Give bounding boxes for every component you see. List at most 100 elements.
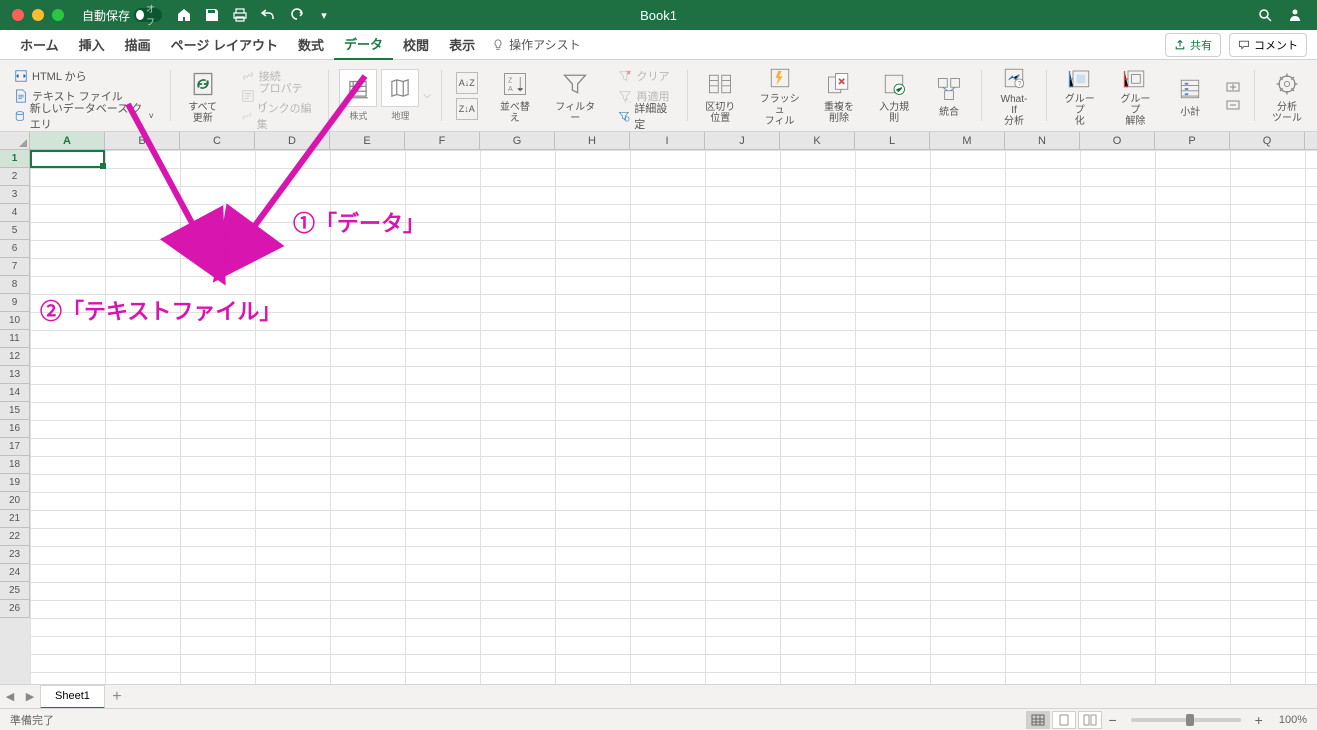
active-cell[interactable]: [30, 150, 105, 168]
column-header[interactable]: M: [930, 132, 1005, 149]
view-page-layout-button[interactable]: [1052, 711, 1076, 729]
zoom-percent[interactable]: 100%: [1279, 714, 1307, 726]
show-detail-icon[interactable]: [1226, 82, 1240, 92]
tab-review[interactable]: 校閲: [393, 30, 439, 60]
column-header[interactable]: C: [180, 132, 255, 149]
row-header[interactable]: 4: [0, 204, 30, 222]
row-header[interactable]: 22: [0, 528, 30, 546]
print-icon[interactable]: [232, 7, 248, 23]
sort-descending-button[interactable]: Z↓A: [456, 98, 478, 120]
column-header[interactable]: P: [1155, 132, 1230, 149]
sheet-tab[interactable]: Sheet1: [40, 685, 105, 709]
hide-detail-icon[interactable]: [1226, 100, 1240, 110]
minimize-window-icon[interactable]: [32, 9, 44, 21]
column-header[interactable]: B: [105, 132, 180, 149]
row-header[interactable]: 21: [0, 510, 30, 528]
tab-data[interactable]: データ: [334, 30, 393, 60]
column-header[interactable]: H: [555, 132, 630, 149]
maximize-window-icon[interactable]: [52, 9, 64, 21]
tab-insert[interactable]: 挿入: [69, 30, 115, 60]
row-header[interactable]: 16: [0, 420, 30, 438]
view-page-break-button[interactable]: [1078, 711, 1102, 729]
spreadsheet-grid[interactable]: 1 2 3 4 5 6 7 8 9 10 11 12 13 14 15 16 1…: [0, 150, 1317, 684]
column-header[interactable]: I: [630, 132, 705, 149]
column-header[interactable]: A: [30, 132, 105, 149]
zoom-slider[interactable]: [1131, 718, 1241, 722]
tab-page-layout[interactable]: ページ レイアウト: [161, 30, 288, 60]
subtotal-button[interactable]: 小計: [1168, 64, 1212, 127]
add-sheet-button[interactable]: +: [105, 688, 129, 706]
tab-view[interactable]: 表示: [439, 30, 485, 60]
save-icon[interactable]: [204, 7, 220, 23]
share-button[interactable]: 共有: [1165, 33, 1221, 57]
what-if-analysis-button[interactable]: ? What-If 分析: [992, 64, 1036, 127]
row-header[interactable]: 19: [0, 474, 30, 492]
advanced-filter-button[interactable]: 詳細設定: [618, 107, 671, 125]
zoom-in-button[interactable]: +: [1249, 712, 1269, 728]
row-header[interactable]: 20: [0, 492, 30, 510]
tab-draw[interactable]: 描画: [115, 30, 161, 60]
row-header[interactable]: 15: [0, 402, 30, 420]
new-database-query-button[interactable]: 新しいデータベース クエリ ˅: [14, 107, 154, 125]
sort-button[interactable]: ZA 並べ替え: [492, 64, 538, 127]
column-header[interactable]: Q: [1230, 132, 1305, 149]
column-header[interactable]: D: [255, 132, 330, 149]
analysis-tools-button[interactable]: 分析 ツール: [1265, 64, 1309, 127]
geography-button[interactable]: [381, 69, 419, 107]
column-header[interactable]: L: [855, 132, 930, 149]
column-header[interactable]: E: [330, 132, 405, 149]
autosave-toggle[interactable]: 自動保存 オフ: [82, 7, 162, 24]
row-header[interactable]: 17: [0, 438, 30, 456]
row-header[interactable]: 11: [0, 330, 30, 348]
home-icon[interactable]: [176, 7, 192, 23]
row-header[interactable]: 18: [0, 456, 30, 474]
sort-ascending-button[interactable]: A↓Z: [456, 72, 478, 94]
row-header[interactable]: 26: [0, 600, 30, 618]
data-validation-button[interactable]: 入力規則: [871, 64, 917, 127]
row-header[interactable]: 1: [0, 150, 30, 168]
sheet-nav-next[interactable]: ▶: [20, 690, 40, 703]
row-header[interactable]: 8: [0, 276, 30, 294]
row-header[interactable]: 12: [0, 348, 30, 366]
feedback-icon[interactable]: [1287, 7, 1303, 23]
refresh-all-button[interactable]: すべて 更新: [181, 64, 225, 127]
stocks-button[interactable]: [339, 69, 377, 107]
zoom-out-button[interactable]: −: [1102, 712, 1122, 728]
column-header[interactable]: F: [405, 132, 480, 149]
row-header[interactable]: 7: [0, 258, 30, 276]
redo-icon[interactable]: [288, 7, 304, 23]
close-window-icon[interactable]: [12, 9, 24, 21]
search-icon[interactable]: [1257, 7, 1273, 23]
consolidate-button[interactable]: 統合: [927, 64, 971, 127]
row-header[interactable]: 3: [0, 186, 30, 204]
ungroup-button[interactable]: グループ 解除: [1113, 64, 1159, 127]
row-header[interactable]: 2: [0, 168, 30, 186]
from-html-button[interactable]: HTML から: [14, 67, 154, 85]
data-types-gallery-more[interactable]: ⌵: [423, 64, 431, 127]
comment-button[interactable]: コメント: [1229, 33, 1307, 57]
group-button[interactable]: グループ 化: [1057, 64, 1103, 127]
row-header[interactable]: 24: [0, 564, 30, 582]
column-header[interactable]: J: [705, 132, 780, 149]
row-header[interactable]: 25: [0, 582, 30, 600]
row-header[interactable]: 14: [0, 384, 30, 402]
flash-fill-button[interactable]: フラッシュ フィル: [752, 64, 807, 127]
tab-home[interactable]: ホーム: [10, 30, 69, 60]
column-header[interactable]: G: [480, 132, 555, 149]
row-header[interactable]: 13: [0, 366, 30, 384]
row-header[interactable]: 6: [0, 240, 30, 258]
sheet-nav-prev[interactable]: ◀: [0, 690, 20, 703]
text-to-columns-button[interactable]: 区切り 位置: [698, 64, 742, 127]
filter-button[interactable]: フィルター: [548, 64, 603, 127]
row-header[interactable]: 9: [0, 294, 30, 312]
column-header[interactable]: N: [1005, 132, 1080, 149]
remove-duplicates-button[interactable]: 重複を 削除: [817, 64, 861, 127]
row-header[interactable]: 10: [0, 312, 30, 330]
undo-icon[interactable]: [260, 7, 276, 23]
tab-formulas[interactable]: 数式: [288, 30, 334, 60]
operation-assist[interactable]: 操作アシスト: [485, 36, 587, 53]
column-header[interactable]: O: [1080, 132, 1155, 149]
row-header[interactable]: 5: [0, 222, 30, 240]
fill-handle[interactable]: [100, 163, 106, 169]
view-normal-button[interactable]: [1026, 711, 1050, 729]
